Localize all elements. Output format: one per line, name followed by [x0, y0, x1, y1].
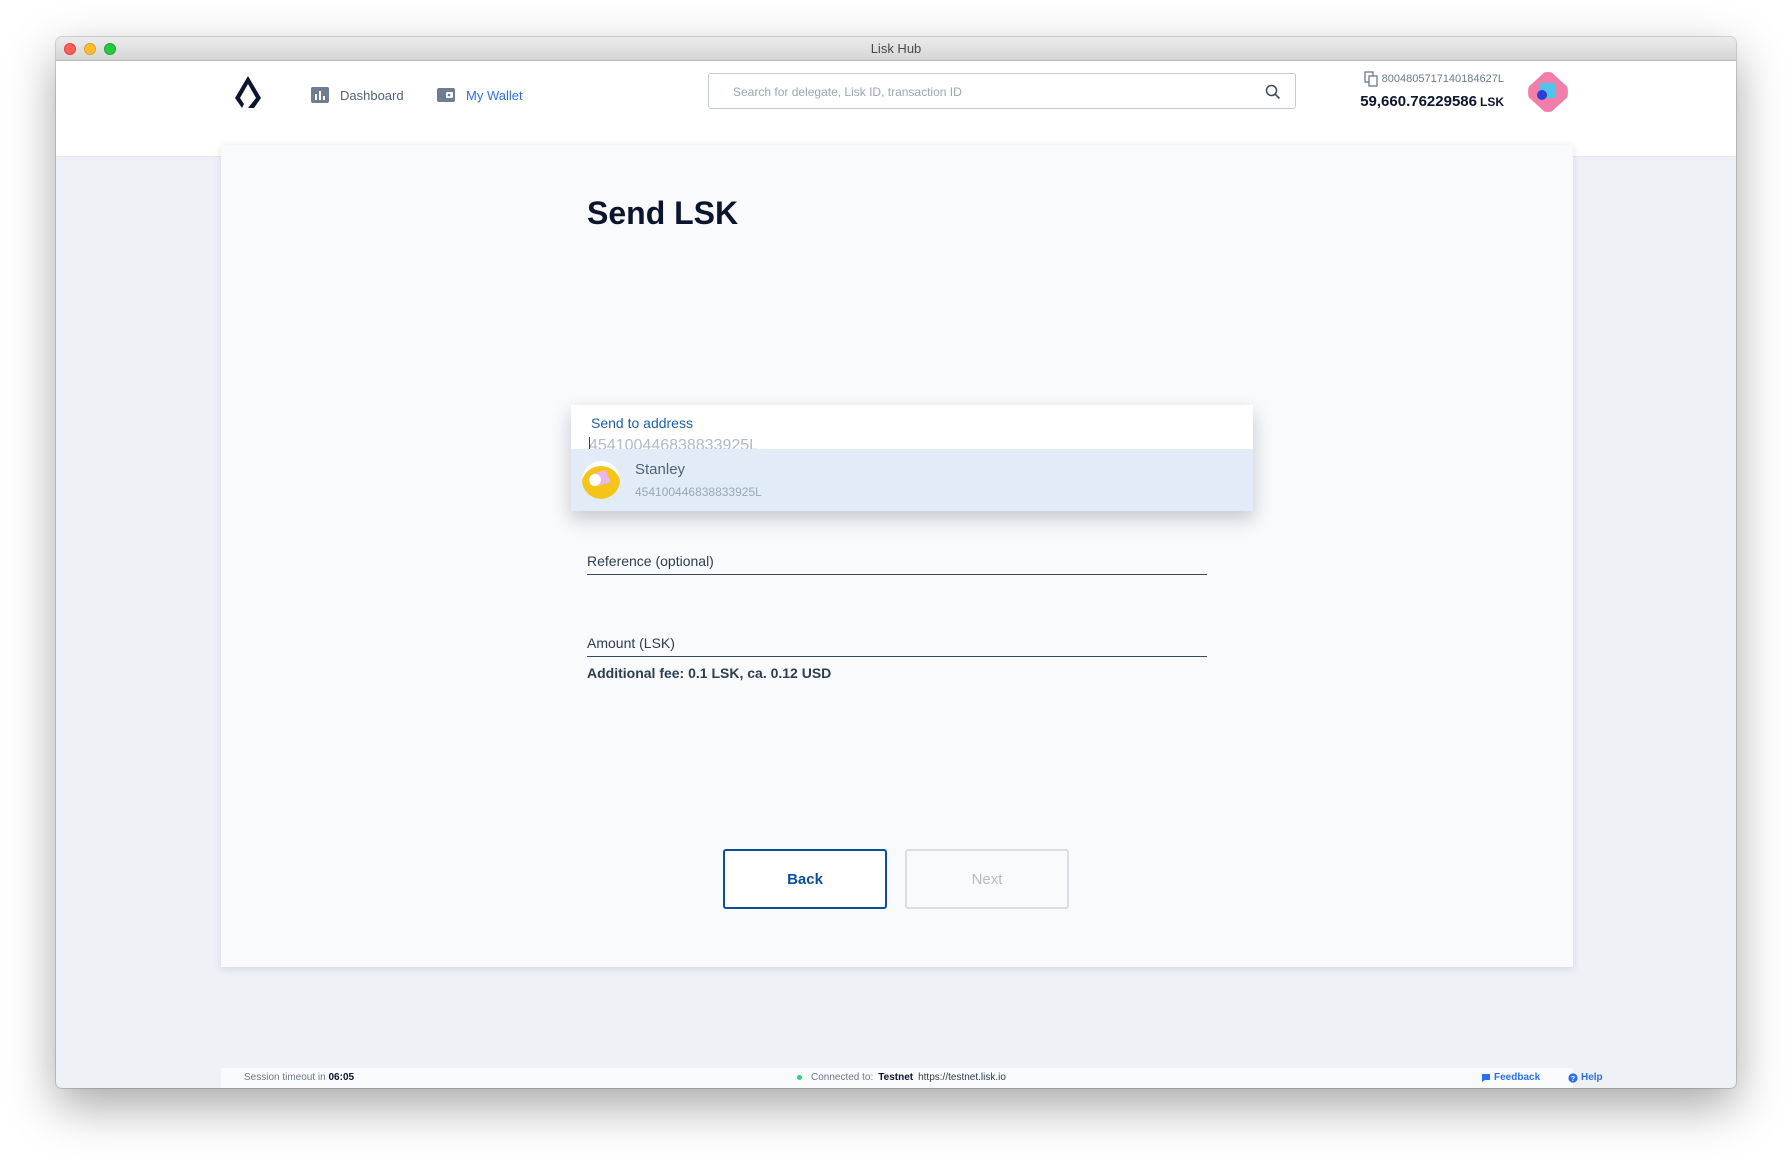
- send-form-card: Send LSK Reference (optional) Amount (LS…: [221, 145, 1573, 967]
- app-window: Lisk Hub Dashboard My Wallet Search for …: [56, 37, 1736, 1088]
- suggestion-name: Stanley: [635, 461, 686, 478]
- lisk-logo-icon[interactable]: [232, 75, 264, 109]
- connection-status: Connected to: Testnet https://testnet.li…: [797, 1072, 1006, 1083]
- window-title: Lisk Hub: [870, 41, 922, 56]
- recipient-label: Send to address: [591, 415, 693, 431]
- node-url: https://testnet.lisk.io: [918, 1072, 1006, 1083]
- balance-unit: LSK: [1480, 95, 1504, 109]
- nav-dashboard-label: Dashboard: [340, 87, 404, 103]
- session-timeout-value: 06:05: [328, 1072, 355, 1083]
- help-icon: ?: [1568, 1072, 1578, 1083]
- fee-text: Additional fee: 0.1 LSK, ca. 0.12 USD: [587, 665, 832, 681]
- suggestion-avatar: [582, 461, 620, 499]
- title-bar: Lisk Hub: [56, 37, 1736, 61]
- top-bar: Dashboard My Wallet 8004805717140184627L: [56, 61, 1736, 157]
- amount-label: Amount (LSK): [587, 635, 675, 651]
- session-timeout-label: Session timeout in: [244, 1072, 326, 1083]
- connected-label: Connected to:: [811, 1072, 874, 1083]
- feedback-label: Feedback: [1494, 1072, 1541, 1083]
- svg-text:?: ?: [1571, 1076, 1575, 1083]
- status-dot-icon: [797, 1075, 802, 1080]
- page-title: Send LSK: [587, 195, 739, 231]
- reference-field[interactable]: [587, 574, 1207, 575]
- network-name: Testnet: [878, 1072, 914, 1083]
- status-footer: Session timeout in 06:05 Connected to: T…: [221, 1068, 1603, 1088]
- next-button[interactable]: Next: [905, 849, 1069, 909]
- dashboard-icon: [311, 87, 329, 103]
- balance-value: 59,660.76229586: [1360, 93, 1477, 110]
- nav-my-wallet[interactable]: My Wallet: [436, 85, 523, 105]
- account-address[interactable]: 8004805717140184627L: [1382, 73, 1504, 85]
- amount-field[interactable]: [587, 656, 1207, 657]
- feedback-link[interactable]: Feedback: [1481, 1072, 1540, 1083]
- search-bar: [708, 73, 1296, 110]
- nav-dashboard[interactable]: Dashboard: [310, 85, 404, 105]
- recipient-suggestion[interactable]: Stanley 454100446838833925L: [571, 449, 1253, 511]
- back-button[interactable]: Back: [723, 849, 887, 909]
- copy-icon[interactable]: [1364, 71, 1378, 87]
- search-icon[interactable]: [1265, 84, 1281, 100]
- nav-my-wallet-label: My Wallet: [466, 87, 523, 103]
- reference-label: Reference (optional): [587, 553, 714, 569]
- help-label: Help: [1581, 1072, 1603, 1083]
- account-avatar[interactable]: [1527, 71, 1569, 113]
- suggestion-address: 454100446838833925L: [635, 485, 762, 499]
- session-timeout: Session timeout in 06:05: [244, 1072, 354, 1083]
- wallet-icon: [437, 88, 455, 102]
- recipient-autocomplete: Send to address Stanley 454100446838: [571, 405, 1253, 511]
- feedback-icon: [1482, 1073, 1490, 1082]
- help-link[interactable]: ? Help: [1568, 1072, 1603, 1083]
- search-input[interactable]: [731, 74, 1255, 110]
- account-balance: 59,660.76229586 LSK: [1360, 93, 1504, 110]
